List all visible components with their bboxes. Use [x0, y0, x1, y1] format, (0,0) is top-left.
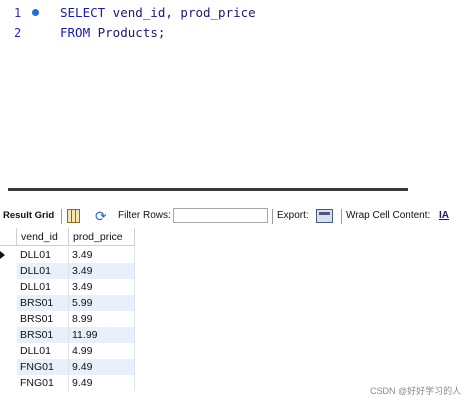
cell-vend-id[interactable]: DLL01 [17, 279, 69, 295]
table-row[interactable]: DLL01 3.49 [0, 279, 135, 295]
table-row[interactable]: BRS01 11.99 [0, 327, 135, 343]
cell-prod-price[interactable]: 4.99 [69, 343, 135, 359]
toolbar-divider [272, 209, 273, 224]
cell-prod-price[interactable]: 8.99 [69, 311, 135, 327]
code-line-1[interactable]: 1 SELECT vend_id, prod_price [0, 3, 474, 23]
cell-vend-id[interactable]: BRS01 [17, 327, 69, 343]
cell-prod-price[interactable]: 11.99 [69, 327, 135, 343]
cell-vend-id[interactable]: DLL01 [17, 247, 69, 263]
cell-vend-id[interactable]: FNG01 [17, 375, 69, 391]
code-text: FROM Products; [60, 23, 165, 43]
sql-fragment: Products; [90, 25, 166, 40]
cell-prod-price[interactable]: 9.49 [69, 359, 135, 375]
table-row[interactable]: DLL01 4.99 [0, 343, 135, 359]
result-grid[interactable]: vend_id prod_price DLL01 3.49 DLL01 3.49 DLL… [0, 228, 474, 402]
cell-prod-price[interactable]: 5.99 [69, 295, 135, 311]
cell-vend-id[interactable]: BRS01 [17, 295, 69, 311]
code-text: SELECT vend_id, prod_price [60, 3, 256, 23]
row-header-corner [0, 228, 17, 246]
table-row[interactable]: DLL01 3.49 [0, 247, 135, 263]
toolbar-divider [341, 209, 342, 224]
watermark: CSDN @好好学习的人 [370, 386, 462, 396]
table-row[interactable]: BRS01 8.99 [0, 311, 135, 327]
line-number: 2 [14, 26, 22, 40]
cell-vend-id[interactable]: BRS01 [17, 311, 69, 327]
cell-vend-id[interactable]: DLL01 [17, 343, 69, 359]
sql-keyword: FROM [60, 25, 91, 40]
line-number: 1 [14, 6, 22, 20]
export-icon[interactable] [316, 209, 333, 223]
toolbar-divider [61, 209, 62, 224]
filter-rows-input[interactable] [173, 208, 268, 223]
current-row-marker-icon [0, 251, 5, 259]
wrap-cell-content-icon[interactable]: IA [437, 209, 451, 223]
result-toolbar: Result Grid ⟳ Filter Rows: Export: Wrap … [0, 204, 474, 228]
table-row[interactable]: BRS01 5.99 [0, 295, 135, 311]
sql-editor[interactable]: 1 SELECT vend_id, prod_price 2 FROM Prod… [0, 0, 474, 176]
sql-keyword: SELECT [60, 5, 106, 20]
export-label: Export: [277, 210, 309, 221]
filter-rows-label: Filter Rows: [118, 210, 171, 221]
wrap-cell-content-label: Wrap Cell Content: [346, 210, 431, 221]
refresh-icon[interactable]: ⟳ [95, 204, 107, 228]
table-row[interactable]: FNG01 9.49 [0, 375, 135, 391]
execution-marker-icon[interactable] [32, 9, 39, 16]
splitter-grip[interactable] [8, 188, 408, 191]
cell-prod-price[interactable]: 3.49 [69, 263, 135, 279]
table-row[interactable]: DLL01 3.49 [0, 263, 135, 279]
result-grid-tab[interactable]: Result Grid [3, 204, 54, 228]
column-header-vend-id[interactable]: vend_id [17, 228, 69, 246]
cell-prod-price[interactable]: 3.49 [69, 279, 135, 295]
cell-vend-id[interactable]: DLL01 [17, 263, 69, 279]
column-header-prod-price[interactable]: prod_price [69, 228, 135, 246]
code-line-2[interactable]: 2 FROM Products; [0, 23, 474, 43]
sql-fragment: vend_id, prod_price [105, 5, 256, 20]
cell-prod-price[interactable]: 9.49 [69, 375, 135, 391]
cell-prod-price[interactable]: 3.49 [69, 247, 135, 263]
table-row[interactable]: FNG01 9.49 [0, 359, 135, 375]
cell-vend-id[interactable]: FNG01 [17, 359, 69, 375]
panel-splitter[interactable] [0, 184, 474, 206]
grid-view-icon[interactable] [67, 209, 80, 223]
